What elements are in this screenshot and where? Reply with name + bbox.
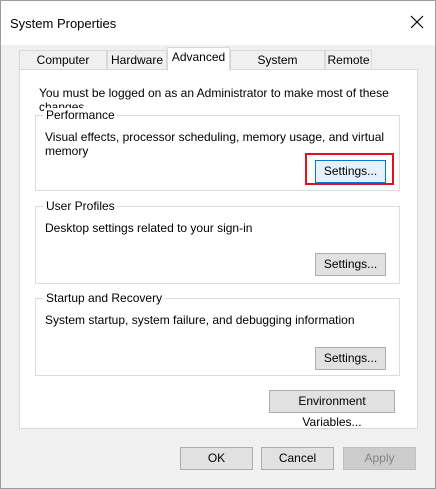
tab-system-protection[interactable]: System Protection <box>230 50 325 85</box>
user-profiles-settings-button[interactable]: Settings... <box>315 253 386 276</box>
startup-recovery-description: System startup, system failure, and debu… <box>45 313 355 327</box>
user-profiles-description: Desktop settings related to your sign-in <box>45 221 253 235</box>
ok-button[interactable]: OK <box>180 447 253 470</box>
title-bar: System Properties <box>1 1 435 45</box>
tab-hardware[interactable]: Hardware <box>107 50 167 69</box>
highlight-box <box>305 153 394 185</box>
close-icon[interactable] <box>409 14 425 30</box>
cancel-button[interactable]: Cancel <box>261 447 334 470</box>
user-profiles-group: User Profiles Desktop settings related t… <box>35 199 400 284</box>
system-properties-window: System Properties Computer Name Hardware… <box>0 0 436 489</box>
apply-button[interactable]: Apply <box>343 447 416 470</box>
tab-computer-name[interactable]: Computer Name <box>19 50 107 85</box>
startup-recovery-label: Startup and Recovery <box>44 291 165 305</box>
tab-advanced[interactable]: Advanced <box>167 47 230 71</box>
environment-variables-button[interactable]: Environment Variables... <box>269 390 395 429</box>
performance-label: Performance <box>44 108 117 122</box>
advanced-tab-panel: You must be logged on as an Administrato… <box>19 69 418 429</box>
window-title: System Properties <box>10 16 117 31</box>
user-profiles-label: User Profiles <box>44 199 117 213</box>
tab-remote[interactable]: Remote <box>325 50 372 69</box>
startup-recovery-settings-button[interactable]: Settings... <box>315 347 386 370</box>
startup-recovery-group: Startup and Recovery System startup, sys… <box>35 291 400 376</box>
